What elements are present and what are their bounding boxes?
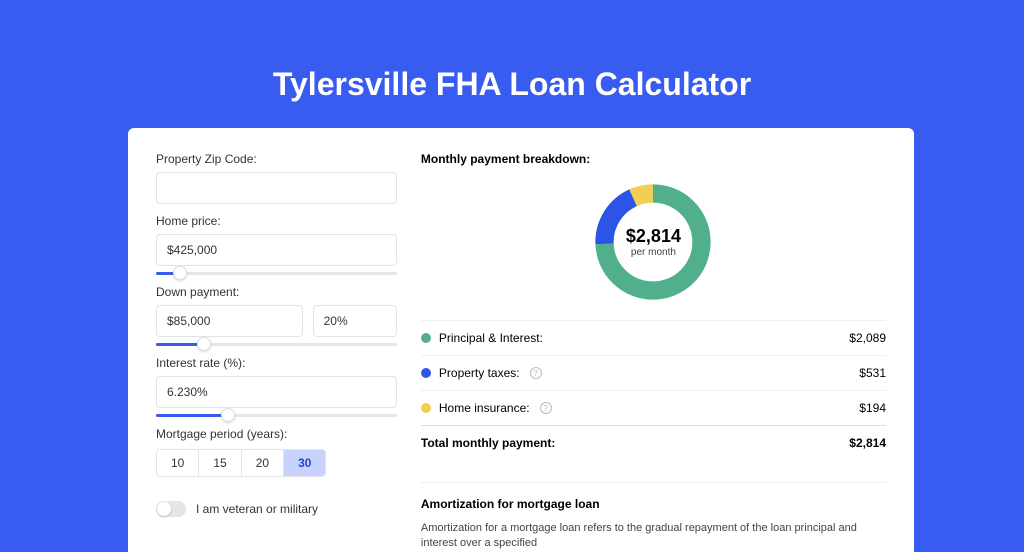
period-option-10[interactable]: 10 — [157, 450, 198, 476]
total-amount: $2,814 — [849, 436, 886, 450]
zip-input[interactable] — [156, 172, 397, 204]
legend-amount: $194 — [859, 401, 886, 415]
veteran-label: I am veteran or military — [196, 502, 318, 516]
veteran-row: I am veteran or military — [156, 501, 397, 517]
zip-label: Property Zip Code: — [156, 152, 397, 166]
donut-sub: per month — [631, 247, 676, 258]
legend-label: Home insurance: — [439, 401, 530, 415]
mortgage-period-toggle[interactable]: 10152030 — [156, 449, 326, 477]
home-price-input[interactable] — [156, 234, 397, 266]
period-option-15[interactable]: 15 — [198, 450, 240, 476]
legend-label: Principal & Interest: — [439, 331, 543, 345]
breakdown-legend: Principal & Interest: $2,089 Property taxe… — [421, 320, 886, 425]
down-payment-input[interactable] — [156, 305, 303, 337]
total-row: Total monthly payment: $2,814 — [421, 425, 886, 460]
legend-amount: $531 — [859, 366, 886, 380]
legend-row: Principal & Interest: $2,089 — [421, 320, 886, 355]
legend-row: Property taxes:? $531 — [421, 355, 886, 390]
down-payment-label: Down payment: — [156, 285, 397, 299]
slider-thumb[interactable] — [173, 266, 187, 280]
donut-amount: $2,814 — [626, 226, 681, 247]
home-price-label: Home price: — [156, 214, 397, 228]
home-price-slider[interactable] — [156, 272, 397, 275]
down-payment-pct-input[interactable] — [313, 305, 397, 337]
legend-row: Home insurance:? $194 — [421, 390, 886, 425]
results-column: Monthly payment breakdown: $2,814 per mo… — [397, 152, 886, 528]
slider-thumb[interactable] — [197, 337, 211, 351]
form-column: Property Zip Code: Home price: Down paym… — [156, 152, 397, 528]
breakdown-heading: Monthly payment breakdown: — [421, 152, 886, 166]
payment-donut-chart: $2,814 per month — [589, 178, 717, 306]
calculator-card: Property Zip Code: Home price: Down paym… — [128, 128, 914, 552]
info-icon[interactable]: ? — [530, 367, 542, 379]
interest-rate-slider[interactable] — [156, 414, 397, 417]
info-icon[interactable]: ? — [540, 402, 552, 414]
amortization-heading: Amortization for mortgage loan — [421, 482, 886, 511]
legend-dot-icon — [421, 368, 431, 378]
legend-dot-icon — [421, 403, 431, 413]
period-option-20[interactable]: 20 — [241, 450, 283, 476]
down-payment-slider[interactable] — [156, 343, 397, 346]
mortgage-period-label: Mortgage period (years): — [156, 427, 397, 441]
veteran-toggle[interactable] — [156, 501, 186, 517]
legend-dot-icon — [421, 333, 431, 343]
legend-amount: $2,089 — [849, 331, 886, 345]
total-label: Total monthly payment: — [421, 436, 555, 450]
interest-rate-label: Interest rate (%): — [156, 356, 397, 370]
period-option-30[interactable]: 30 — [283, 450, 325, 476]
interest-rate-input[interactable] — [156, 376, 397, 408]
amortization-text: Amortization for a mortgage loan refers … — [421, 521, 886, 552]
legend-label: Property taxes: — [439, 366, 520, 380]
page-title: Tylersville FHA Loan Calculator — [0, 0, 1024, 123]
slider-thumb[interactable] — [221, 408, 235, 422]
